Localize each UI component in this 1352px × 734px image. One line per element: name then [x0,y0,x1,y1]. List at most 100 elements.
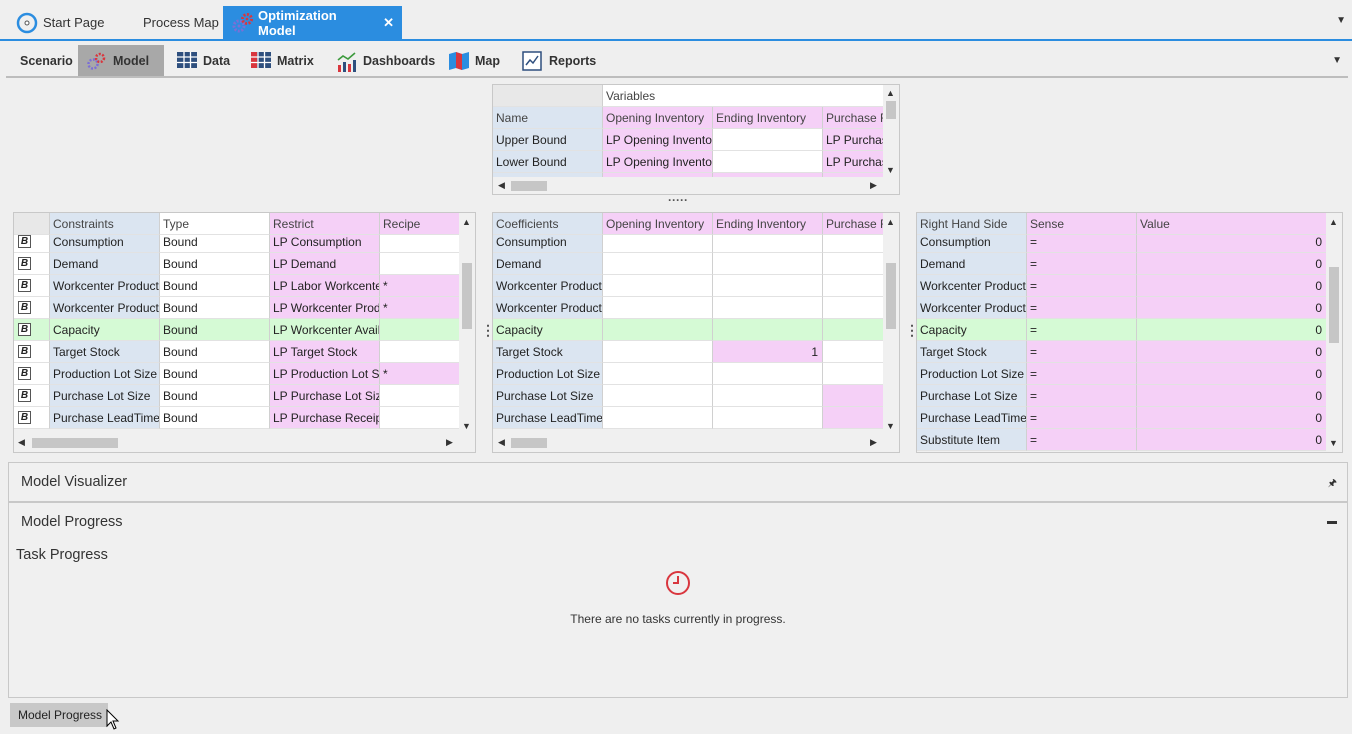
table-row[interactable]: B Purchase Lot Size Bound LP Purchase Lot S… [14,385,460,407]
ribbon-tab-reports[interactable]: Reports [514,45,604,76]
table-row[interactable]: B Purchase LeadTime Bound LP Purchase Recei… [14,407,460,429]
ribbon-tab-matrix[interactable]: Matrix [242,45,322,76]
table-row[interactable]: Demand [493,253,885,275]
opening-inventory-cell[interactable] [603,363,713,385]
constraint-restrict[interactable]: LP Workcenter Prod [270,297,380,319]
ribbon-tab-data[interactable]: Data [168,45,238,76]
ending-inventory-cell[interactable] [713,319,823,341]
column-header[interactable]: Purchase R [823,213,885,235]
table-row[interactable]: B Target Stock Bound LP Target Stock [14,341,460,363]
opening-inventory-cell[interactable] [603,407,713,429]
table-row[interactable]: Capacity [493,319,885,341]
rhs-sense[interactable]: = [1027,407,1137,429]
purchase-cell[interactable] [823,235,885,253]
table-row[interactable]: B Workcenter Product Bound LP Labor Workcen… [14,275,460,297]
horizontal-splitter-handle[interactable]: ····· [668,193,688,207]
constraint-restrict[interactable]: LP Consumption [270,235,380,253]
row-handle[interactable]: B [14,275,50,297]
constraint-type[interactable]: Bound [160,385,270,407]
row-handle[interactable]: B [14,235,50,253]
table-cell[interactable]: LP Opening Invento [603,129,713,151]
table-cell[interactable]: LP Purchas [823,129,885,151]
column-header[interactable]: Right Hand Side [917,213,1027,235]
rhs-sense[interactable]: = [1027,363,1137,385]
chevron-down-icon[interactable]: ▼ [1336,15,1346,26]
rhs-sense[interactable]: = [1027,297,1137,319]
column-header[interactable]: Ending Inventory [713,213,823,235]
constraint-restrict[interactable]: LP Workcenter Avail [270,319,380,341]
constraint-restrict[interactable]: LP Purchase Lot Size [270,385,380,407]
constraint-type[interactable]: Bound [160,297,270,319]
table-row[interactable]: Demand = 0 [917,253,1327,275]
table-cell[interactable]: LP Purchas [823,151,885,173]
constraint-type[interactable]: Bound [160,363,270,385]
row-handle[interactable]: B [14,407,50,429]
constraint-recipe[interactable]: * [380,297,460,319]
rhs-sense[interactable]: = [1027,341,1137,363]
ending-inventory-cell[interactable] [713,363,823,385]
row-handle[interactable]: B [14,297,50,319]
column-header[interactable]: Restrict [270,213,380,235]
rhs-value[interactable]: 0 [1137,363,1327,385]
table-row[interactable]: Purchase Lot Size = 0 [917,385,1327,407]
bound-icon[interactable]: B [18,235,31,248]
ribbon-tab-scenario[interactable]: Scenario [12,45,81,76]
purchase-cell[interactable] [823,407,885,429]
constraint-restrict[interactable]: LP Production Lot S [270,363,380,385]
table-row[interactable]: Workcenter Product [493,297,885,319]
column-header[interactable]: Value [1137,213,1327,235]
rhs-value[interactable]: 0 [1137,297,1327,319]
table-row[interactable]: Consumption [493,235,885,253]
horizontal-scrollbar[interactable]: ◀ ▶ [14,435,460,451]
rhs-value[interactable]: 0 [1137,429,1327,451]
table-row[interactable]: B Production Lot Size Bound LP Production L… [14,363,460,385]
opening-inventory-cell[interactable] [603,319,713,341]
constraint-type[interactable]: Bound [160,319,270,341]
table-row[interactable]: B Workcenter Product Bound LP Workcenter Pr… [14,297,460,319]
column-header[interactable]: Type [160,213,270,235]
table-row[interactable]: Lower Bound LP Opening Invento LP Purcha… [493,151,885,173]
purchase-cell[interactable] [823,319,885,341]
constraint-recipe[interactable] [380,407,460,429]
row-handle[interactable]: B [14,385,50,407]
ending-inventory-cell[interactable] [713,253,823,275]
table-row[interactable]: Substitute Item = 0 [917,429,1327,451]
tab-start-page[interactable]: Start Page [8,6,112,39]
constraint-type[interactable]: Bound [160,235,270,253]
ending-inventory-cell[interactable] [713,235,823,253]
constraint-recipe[interactable] [380,385,460,407]
table-row[interactable]: Workcenter Product = 0 [917,275,1327,297]
bound-icon[interactable]: B [18,279,31,292]
ending-inventory-cell[interactable] [713,385,823,407]
table-row[interactable]: B Demand Bound LP Demand [14,253,460,275]
rhs-value[interactable]: 0 [1137,341,1327,363]
table-row[interactable]: Workcenter Product [493,275,885,297]
bound-icon[interactable]: B [18,257,31,270]
opening-inventory-cell[interactable] [603,253,713,275]
constraint-type[interactable]: Bound [160,275,270,297]
horizontal-scrollbar[interactable]: ◀ ▶ [493,435,885,451]
rhs-value[interactable]: 0 [1137,385,1327,407]
opening-inventory-cell[interactable] [603,297,713,319]
row-handle[interactable]: B [14,363,50,385]
table-row[interactable]: Upper Bound LP Opening Invento LP Purcha… [493,129,885,151]
column-header[interactable]: Opening Inventory [603,213,713,235]
constraint-recipe[interactable] [380,319,460,341]
purchase-cell[interactable] [823,275,885,297]
column-header[interactable]: Constraints [50,213,160,235]
table-row[interactable]: B Consumption Bound LP Consumption [14,235,460,253]
panel-title[interactable]: Model Progress [21,514,123,530]
vertical-scrollbar[interactable]: ▲ ▼ [459,213,475,435]
column-header[interactable]: Purchase R [823,107,885,129]
constraint-type[interactable]: Bound [160,341,270,363]
opening-inventory-cell[interactable] [603,235,713,253]
ending-inventory-cell[interactable] [713,407,823,429]
vertical-scrollbar[interactable]: ▲ ▼ [883,213,899,435]
table-cell[interactable] [713,151,823,173]
vertical-scrollbar[interactable]: ▲ ▼ [1326,213,1342,452]
column-header[interactable]: Name [493,107,603,129]
ending-inventory-cell[interactable]: 1 [713,341,823,363]
table-cell[interactable] [713,129,823,151]
bound-icon[interactable]: B [18,367,31,380]
column-header[interactable]: Coefficients [493,213,603,235]
